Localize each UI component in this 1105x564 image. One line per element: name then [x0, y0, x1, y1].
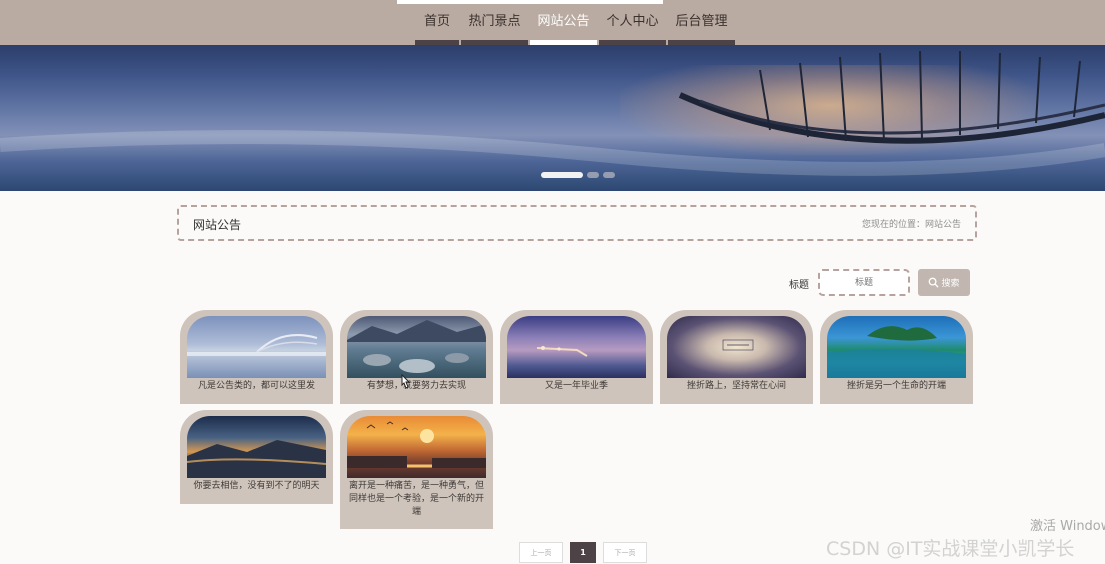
carousel-dot[interactable]	[587, 172, 599, 178]
hero-carousel	[0, 45, 1105, 191]
notice-card[interactable]: 你要去相信，没有到不了的明天	[180, 410, 333, 504]
notice-caption: 有梦想，就要努力去实现	[366, 381, 466, 391]
notice-caption: 凡是公告类的，都可以这里发	[197, 381, 315, 391]
nav-item-admin[interactable]: 后台管理	[668, 6, 735, 45]
notice-image	[667, 316, 806, 378]
nav-item-label: 个人中心	[606, 14, 659, 29]
pagination: 上一页 1 下一页	[519, 542, 647, 563]
breadcrumb-location: 您现在的位置：网站公告	[861, 220, 961, 230]
notice-image	[347, 416, 486, 478]
notice-caption: 离开是一种痛苦，是一种勇气，但同样也是一个考验，是一个新的开端	[348, 481, 484, 517]
next-page-button[interactable]: 下一页	[603, 542, 647, 563]
notice-card[interactable]: 有梦想，就要努力去实现	[340, 310, 493, 404]
notice-card[interactable]: 又是一年毕业季	[500, 310, 653, 404]
notice-image	[827, 316, 966, 378]
notice-card[interactable]: 挫折路上，坚持常在心间	[660, 310, 813, 404]
notice-caption: 你要去相信，没有到不了的明天	[193, 481, 320, 491]
nav-item-label: 网站公告	[537, 14, 590, 29]
current-page-button[interactable]: 1	[570, 542, 596, 563]
carousel-dot[interactable]	[541, 172, 583, 178]
notice-image	[507, 316, 646, 378]
search-icon	[929, 277, 940, 288]
notice-caption: 挫折路上，坚持常在心间	[686, 381, 786, 391]
notice-card[interactable]: 离开是一种痛苦，是一种勇气，但同样也是一个考验，是一个新的开端	[340, 410, 493, 529]
nav-item-profile[interactable]: 个人中心	[599, 6, 666, 45]
windows-activation-watermark: 激活 Window	[1030, 519, 1105, 534]
nav-item-home[interactable]: 首页	[415, 6, 459, 45]
search-label: 标题	[789, 280, 809, 291]
top-nav: 首页 热门景点 网站公告 个人中心 后台管理	[0, 0, 1105, 45]
notice-card[interactable]: 挫折是另一个生命的开端	[820, 310, 973, 404]
nav-menu: 首页 热门景点 网站公告 个人中心 后台管理	[415, 6, 737, 45]
notice-image	[187, 316, 326, 378]
notice-caption: 挫折是另一个生命的开端	[846, 381, 946, 391]
nav-item-label: 首页	[423, 14, 450, 29]
notice-caption: 又是一年毕业季	[544, 381, 608, 391]
notice-image	[347, 316, 486, 378]
nav-item-label: 后台管理	[675, 14, 728, 29]
mouse-cursor-icon	[401, 374, 411, 389]
carousel-indicators	[541, 172, 615, 178]
carousel-dot[interactable]	[603, 172, 615, 178]
page-title: 网站公告	[193, 218, 242, 232]
search-button-label: 搜索	[941, 279, 960, 289]
notice-card[interactable]: 凡是公告类的，都可以这里发	[180, 310, 333, 404]
csdn-watermark: CSDN @IT实战课堂小凯学长	[826, 538, 1075, 560]
notice-image	[187, 416, 326, 478]
nav-item-attractions[interactable]: 热门景点	[461, 6, 528, 45]
prev-page-button[interactable]: 上一页	[519, 542, 563, 563]
search-button[interactable]: 搜索	[918, 269, 970, 296]
nav-item-label: 热门景点	[468, 14, 521, 29]
hero-bridge-image	[0, 50, 1105, 176]
breadcrumb-bar: 网站公告 您现在的位置：网站公告	[177, 205, 977, 241]
search-input[interactable]	[818, 269, 910, 296]
nav-top-highlight	[397, 0, 663, 4]
nav-item-announcements[interactable]: 网站公告	[530, 6, 597, 45]
